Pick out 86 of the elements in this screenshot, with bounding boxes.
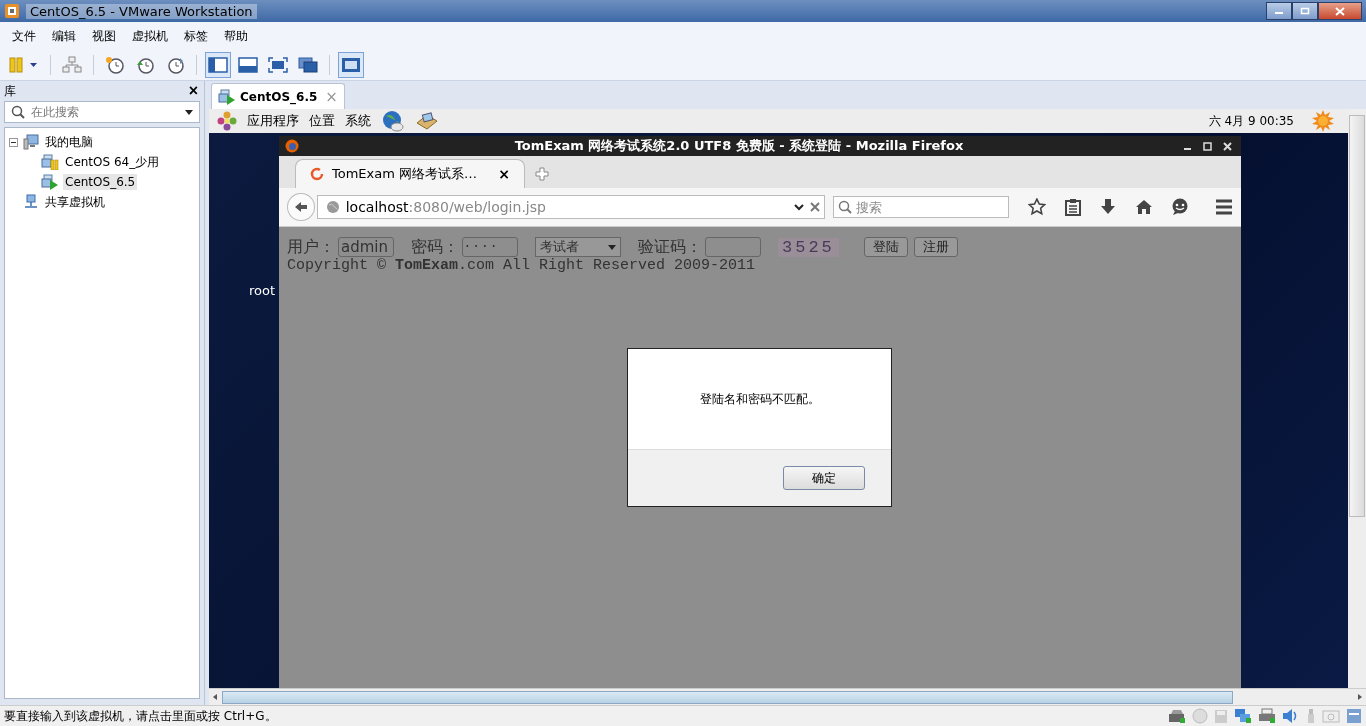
vm-tab[interactable]: CentOS_6.5 ×: [211, 83, 345, 109]
chevron-down-icon[interactable]: [794, 203, 805, 211]
status-text: 要直接输入到该虚拟机，请点击里面或按 Ctrl+G。: [4, 707, 277, 725]
window-title: CentOS_6.5 - VMware Workstation: [26, 3, 257, 19]
url-text: localhost:8080/web/login.jsp: [345, 199, 546, 215]
thumbnail-tool-button[interactable]: [338, 52, 364, 78]
tab-label: CentOS_6.5: [240, 89, 318, 104]
field-label: 用户：: [287, 236, 335, 258]
collapse-toggle[interactable]: [9, 137, 19, 147]
vertical-scrollbar[interactable]: [1348, 109, 1366, 688]
form-button[interactable]: 登陆: [863, 237, 908, 257]
network-icon: [23, 194, 39, 210]
search-field[interactable]: 搜索: [833, 196, 1010, 218]
maximize-button[interactable]: [1292, 2, 1318, 20]
computer-icon: [23, 134, 39, 150]
password-field[interactable]: ····: [462, 237, 518, 257]
horizontal-scrollbar[interactable]: [209, 688, 1366, 705]
menu-item[interactable]: 虚拟机: [124, 27, 176, 45]
menu-item[interactable]: 编辑: [44, 27, 84, 45]
printer-icon[interactable]: [1258, 708, 1276, 724]
menu-item[interactable]: 视图: [84, 27, 124, 45]
back-button[interactable]: [287, 193, 315, 221]
maximize-icon: [1300, 7, 1310, 15]
role-dropdown[interactable]: 考试者: [535, 237, 621, 257]
panel-menu-item[interactable]: 应用程序: [247, 112, 299, 130]
menu-item[interactable]: 帮助: [216, 27, 256, 45]
clipboard-icon[interactable]: [1064, 198, 1081, 216]
dropdown-arrow-icon: [608, 244, 616, 250]
search-icon: [838, 200, 853, 214]
desktop-icon-label[interactable]: root: [249, 283, 276, 298]
back-arrow-icon: [293, 201, 308, 213]
minimize-icon: [1183, 148, 1191, 150]
hard-disk-icon[interactable]: [1168, 708, 1186, 724]
running-vm-icon: [218, 88, 236, 105]
menu-item[interactable]: 标签: [176, 27, 216, 45]
library-title: 库: [4, 82, 16, 100]
clock[interactable]: 六 4月 9 00:35: [1208, 112, 1294, 130]
menu-icon[interactable]: [1215, 199, 1233, 215]
tab-label: TomExam 网络考试系…: [332, 165, 479, 183]
home-icon[interactable]: [1134, 199, 1153, 215]
field-label: 密码：: [411, 236, 459, 258]
close-button[interactable]: ×: [186, 83, 200, 99]
tab-close-button[interactable]: ×: [498, 166, 510, 182]
form-button[interactable]: 注册: [913, 237, 958, 257]
panel-menu-item[interactable]: 位置: [309, 112, 335, 130]
mail-icon[interactable]: [415, 111, 439, 131]
search-icon: [11, 105, 25, 119]
message-log-icon[interactable]: [1346, 708, 1362, 724]
maximize-icon: [1202, 141, 1212, 151]
menu-item[interactable]: 文件: [4, 27, 44, 45]
clear-icon[interactable]: [810, 202, 821, 212]
sidebar-tool-button[interactable]: [205, 52, 231, 78]
bookmark-star-icon[interactable]: [1028, 198, 1046, 216]
captcha-image: 3525: [778, 237, 839, 257]
address-bar[interactable]: localhost:8080/web/login.jsp: [316, 195, 826, 219]
ok-button[interactable]: 确定: [783, 466, 865, 490]
username-field[interactable]: admin: [338, 237, 394, 257]
globe-icon[interactable]: [381, 110, 405, 132]
tree-item[interactable]: 我的电脑: [43, 132, 95, 152]
tree-item[interactable]: CentOS_6.5: [63, 174, 138, 190]
panel-menu-item[interactable]: 系统: [345, 112, 371, 130]
scroll-left-icon[interactable]: [211, 693, 219, 701]
globe-icon: [325, 200, 340, 214]
dropdown-arrow-icon[interactable]: [185, 110, 193, 115]
flower-icon: [217, 111, 237, 131]
captcha-field[interactable]: [705, 237, 761, 257]
loading-icon: [310, 167, 324, 181]
window-title: TomExam 网络考试系统2.0 UTF8 免费版 - 系统登陆 - Mozilla Firefox: [513, 137, 965, 155]
app-icon: [4, 3, 20, 19]
thumbnail-view-icon: [341, 57, 361, 73]
close-icon: [1222, 141, 1232, 151]
copyright-text: Copyright © TomExam.com All Right Reserved 2009-2011: [287, 257, 757, 274]
search-field[interactable]: 在此搜索: [4, 101, 200, 123]
close-icon: [1335, 6, 1345, 16]
network-adapter-icon[interactable]: [1234, 708, 1252, 724]
download-icon[interactable]: [1099, 198, 1116, 216]
field-label: 验证码：: [638, 236, 702, 258]
chat-icon[interactable]: [1171, 198, 1190, 216]
scroll-right-icon[interactable]: [1356, 693, 1364, 701]
minimize-button[interactable]: [1266, 2, 1292, 20]
dialog-message: 登陆名和密码不匹配。: [699, 390, 820, 408]
tree-item[interactable]: 共享虚拟机: [43, 192, 107, 212]
close-button[interactable]: [1318, 2, 1362, 20]
tree-item[interactable]: CentOS 64_少用: [63, 152, 162, 172]
browser-tab[interactable]: TomExam 网络考试系… ×: [295, 159, 525, 188]
firefox-icon: [285, 139, 299, 153]
